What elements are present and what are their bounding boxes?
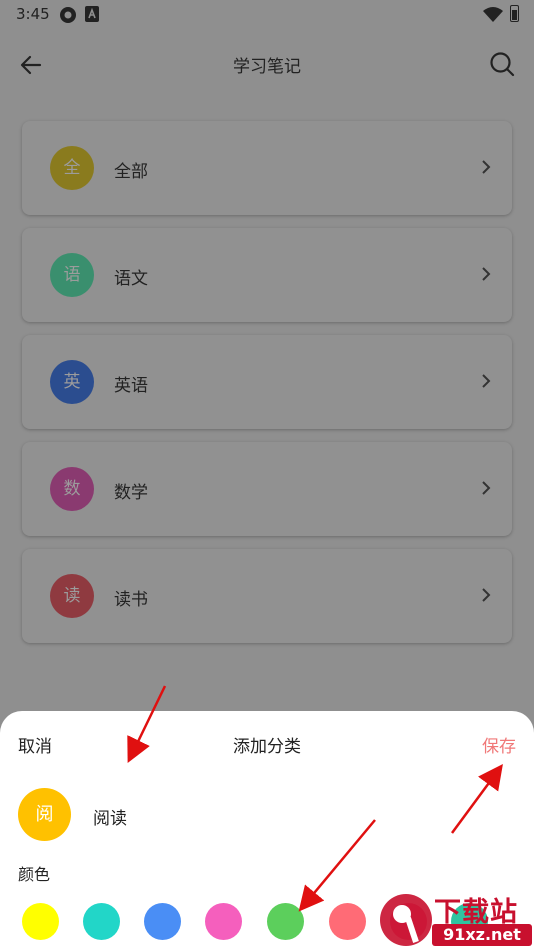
category-badge: 全: [50, 146, 94, 190]
color-swatch-teal[interactable]: [83, 903, 120, 940]
category-card-all[interactable]: 全 全部: [22, 121, 512, 215]
status-time: 3:45: [16, 5, 50, 23]
category-badge: 语: [50, 253, 94, 297]
notification-a-icon: [85, 6, 99, 22]
watermark: 下载站 91xz.net: [372, 888, 534, 950]
category-badge: 英: [50, 360, 94, 404]
vpn-shield-icon: [60, 7, 76, 23]
category-card-chinese[interactable]: 语 语文: [22, 228, 512, 322]
category-preview-badge: 阅: [18, 788, 71, 841]
color-swatch-yellow[interactable]: [22, 903, 59, 940]
app-bar: 学习笔记: [0, 30, 534, 98]
wifi-icon: [483, 7, 503, 22]
category-name: 语文: [114, 269, 148, 289]
watermark-logo-icon: [380, 894, 432, 946]
category-name-field[interactable]: 阅读: [93, 804, 127, 829]
chevron-right-icon: [482, 160, 491, 174]
chevron-right-icon: [482, 374, 491, 388]
color-swatch-blue[interactable]: [144, 903, 181, 940]
chevron-right-icon: [482, 588, 491, 602]
search-icon[interactable]: [488, 50, 516, 78]
color-label: 颜色: [18, 865, 51, 884]
category-card-math[interactable]: 数 数学: [22, 442, 512, 536]
save-button[interactable]: 保存: [482, 732, 516, 757]
category-list: 全 全部 语 语文 英 英语 数 数学 读 读书: [22, 121, 512, 656]
category-card-reading[interactable]: 读 读书: [22, 549, 512, 643]
color-swatch-red[interactable]: [329, 903, 366, 940]
category-badge: 读: [50, 574, 94, 618]
battery-icon: [510, 5, 519, 22]
color-swatch-green[interactable]: [267, 903, 304, 940]
category-badge: 数: [50, 467, 94, 511]
color-swatch-pink[interactable]: [205, 903, 242, 940]
category-name: 全部: [114, 162, 148, 182]
category-name: 读书: [114, 590, 148, 610]
page-title: 学习笔记: [233, 57, 301, 77]
category-name: 英语: [114, 376, 148, 396]
sheet-title: 添加分类: [233, 737, 301, 757]
status-bar: 3:45: [0, 0, 534, 30]
chevron-right-icon: [482, 267, 491, 281]
chevron-right-icon: [482, 481, 491, 495]
category-name: 数学: [114, 483, 148, 503]
watermark-url: 91xz.net: [432, 924, 532, 946]
category-card-english[interactable]: 英 英语: [22, 335, 512, 429]
